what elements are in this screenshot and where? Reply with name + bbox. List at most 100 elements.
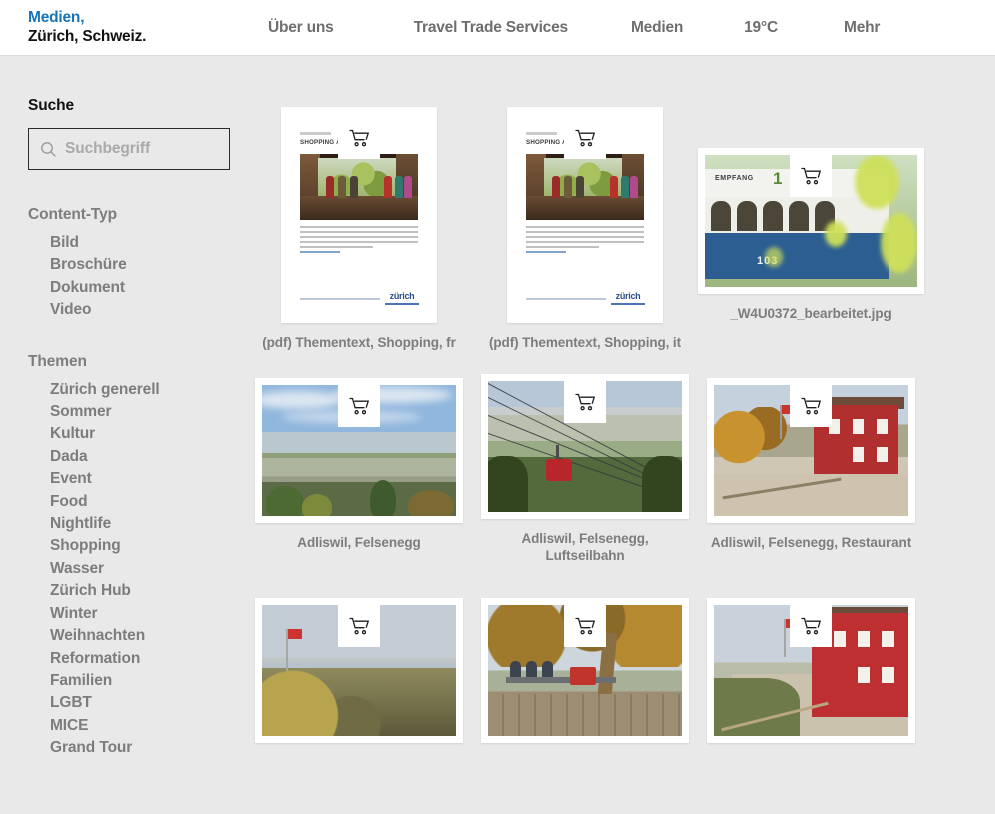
facet-item-shopping[interactable]: Shopping xyxy=(50,535,246,557)
result-caption: Adliswil, Felsenegg, Restaurant xyxy=(710,535,912,550)
facet-item-wasser[interactable]: Wasser xyxy=(50,558,246,580)
result-caption: _W4U0372_bearbeitet.jpg xyxy=(730,306,892,321)
result-row: SHOPPING À ZUR zürich (pdf) Thementext, … xyxy=(246,56,995,351)
facet-item-sommer[interactable]: Sommer xyxy=(50,401,246,423)
nav-item-mehr[interactable]: Mehr xyxy=(844,19,880,37)
tram-line-number: 1 xyxy=(773,169,783,188)
document-logo: zürich xyxy=(611,292,645,305)
facet-list-themen: Zürich generell Sommer Kultur Dada Event… xyxy=(28,379,246,760)
image-card[interactable] xyxy=(481,598,689,743)
add-to-cart-button[interactable] xyxy=(564,117,606,159)
facet-item-winter[interactable]: Winter xyxy=(50,603,246,625)
facet-item-weihnachten[interactable]: Weihnachten xyxy=(50,625,246,647)
add-to-cart-button[interactable] xyxy=(338,117,380,159)
facet-item-mice[interactable]: MICE xyxy=(50,715,246,737)
result-item[interactable]: Adliswil, Felsenegg, Restaurant xyxy=(698,378,924,564)
facet-item-event[interactable]: Event xyxy=(50,468,246,490)
document-logo-text: zürich xyxy=(389,291,415,301)
result-caption: Adliswil, Felsenegg, Luftseilbahn xyxy=(521,531,649,563)
add-to-cart-button[interactable] xyxy=(564,605,606,647)
document-hero-image xyxy=(526,154,644,220)
document-footer-rule xyxy=(300,297,380,300)
document-card[interactable]: SHOPPING À ZUR zürich xyxy=(281,107,437,323)
add-to-cart-button[interactable] xyxy=(790,605,832,647)
shopping-cart-icon xyxy=(575,129,596,147)
nav-item-medien[interactable]: Medien xyxy=(631,19,683,37)
facet-item-lgbt[interactable]: LGBT xyxy=(50,692,246,714)
result-item[interactable] xyxy=(472,598,698,743)
brand-logo[interactable]: Medien, Zürich, Schweiz. xyxy=(28,9,228,46)
image-card[interactable] xyxy=(255,378,463,523)
facet-item-dokument[interactable]: Dokument xyxy=(50,277,246,299)
search-heading: Suche xyxy=(28,97,75,114)
result-item[interactable]: Adliswil, Felsenegg xyxy=(246,378,472,564)
document-body-text xyxy=(526,226,644,256)
nav-item-weather[interactable]: 19°C xyxy=(744,19,778,37)
facet-item-food[interactable]: Food xyxy=(50,491,246,513)
facet-title-content-typ: Content-Typ xyxy=(28,206,118,223)
result-caption: Adliswil, Felsenegg xyxy=(297,535,421,550)
search-input[interactable] xyxy=(65,140,225,158)
document-logo-text: zürich xyxy=(615,291,641,301)
document-footer-rule xyxy=(526,297,606,300)
facet-item-video[interactable]: Video xyxy=(50,299,246,321)
results-grid: SHOPPING À ZUR zürich (pdf) Thementext, … xyxy=(246,56,995,814)
document-logo: zürich xyxy=(385,292,419,305)
add-to-cart-button[interactable] xyxy=(790,385,832,427)
shopping-cart-icon xyxy=(801,617,822,635)
facet-group-content-typ: Content-Typ Bild Broschüre Dokument Vide… xyxy=(28,206,246,322)
brand-line-2: Zürich, Schweiz. xyxy=(28,27,147,45)
main-navigation: Über uns Travel Trade Services Medien 19… xyxy=(250,0,880,56)
facet-item-broschuere[interactable]: Broschüre xyxy=(50,254,246,276)
add-to-cart-button[interactable] xyxy=(338,605,380,647)
add-to-cart-button[interactable] xyxy=(564,381,606,423)
document-hero-image xyxy=(300,154,418,220)
add-to-cart-button[interactable] xyxy=(790,155,832,197)
result-caption: (pdf) Thementext, Shopping, it xyxy=(489,335,681,350)
image-card[interactable] xyxy=(707,598,915,743)
add-to-cart-button[interactable] xyxy=(338,385,380,427)
facet-item-grand-tour[interactable]: Grand Tour xyxy=(50,737,246,759)
result-row: Adliswil, Felsenegg Adliswil, Felsenegg,… xyxy=(246,351,995,564)
result-caption: (pdf) Thementext, Shopping, fr xyxy=(262,335,456,350)
facet-title-themen: Themen xyxy=(28,352,87,370)
facet-group-themen: Themen Zürich generell Sommer Kultur Dad… xyxy=(28,353,246,760)
document-body-text xyxy=(300,226,418,256)
shopping-cart-icon xyxy=(801,397,822,415)
search-icon xyxy=(40,141,57,158)
tram-sign-text: EMPFANG xyxy=(715,175,754,182)
shopping-cart-icon xyxy=(349,397,370,415)
facet-item-kultur[interactable]: Kultur xyxy=(50,423,246,445)
facet-item-nightlife[interactable]: Nightlife xyxy=(50,513,246,535)
result-row xyxy=(246,564,995,743)
nav-item-travel-trade-services[interactable]: Travel Trade Services xyxy=(414,19,569,37)
shopping-cart-icon xyxy=(349,129,370,147)
document-card[interactable]: SHOPPING A ZUR zürich xyxy=(507,107,663,323)
facet-item-dada[interactable]: Dada xyxy=(50,446,246,468)
image-card[interactable] xyxy=(707,378,915,523)
facet-item-bild[interactable]: Bild xyxy=(50,232,246,254)
search-box[interactable] xyxy=(28,128,230,170)
shopping-cart-icon xyxy=(575,393,596,411)
filter-sidebar: Suche Content-Typ Bild Broschüre Dokumen… xyxy=(0,56,246,814)
shopping-cart-icon xyxy=(349,617,370,635)
image-card[interactable] xyxy=(481,374,689,519)
result-item[interactable]: EMPFANG 1 103 _W4U0372_bearbeitet.jpg xyxy=(698,148,924,351)
shopping-cart-icon xyxy=(575,617,596,635)
image-card[interactable]: EMPFANG 1 103 xyxy=(698,148,924,294)
facet-item-familien[interactable]: Familien xyxy=(50,670,246,692)
result-item[interactable] xyxy=(698,598,924,743)
result-item[interactable]: SHOPPING A ZUR zürich (pdf) Thementext, … xyxy=(472,107,698,351)
site-header: Medien, Zürich, Schweiz. Über uns Travel… xyxy=(0,0,995,56)
facet-item-reformation[interactable]: Reformation xyxy=(50,648,246,670)
image-card[interactable] xyxy=(255,598,463,743)
facet-list-content-typ: Bild Broschüre Dokument Video xyxy=(28,232,246,322)
facet-item-zuerich-generell[interactable]: Zürich generell xyxy=(50,379,246,401)
result-item[interactable]: Adliswil, Felsenegg, Luftseilbahn xyxy=(472,374,698,564)
result-item[interactable] xyxy=(246,598,472,743)
page-body: Suche Content-Typ Bild Broschüre Dokumen… xyxy=(0,56,995,814)
brand-line-1: Medien, xyxy=(28,9,85,27)
result-item[interactable]: SHOPPING À ZUR zürich (pdf) Thementext, … xyxy=(246,107,472,351)
facet-item-zuerich-hub[interactable]: Zürich Hub xyxy=(50,580,246,602)
nav-item-ueber-uns[interactable]: Über uns xyxy=(268,19,334,37)
